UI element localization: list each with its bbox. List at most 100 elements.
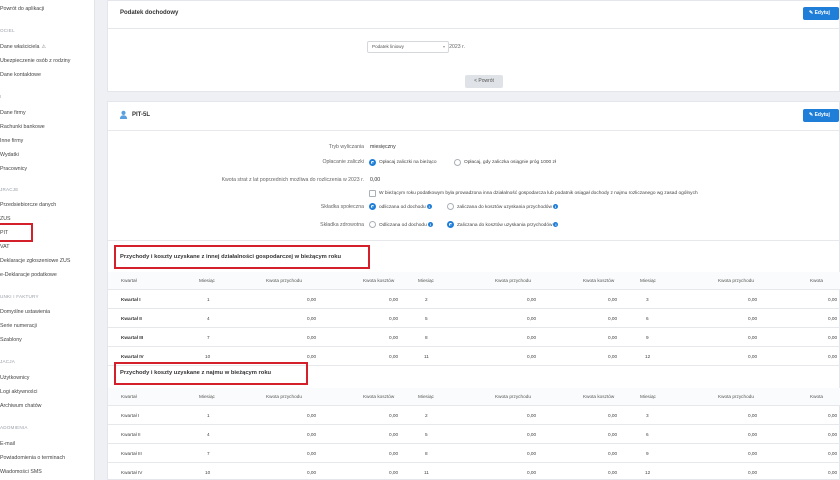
sidebar-item-activity-logs[interactable]: Logi aktywności — [0, 386, 37, 398]
income-cell: 0,00 — [307, 413, 317, 418]
radio-social-deduct[interactable] — [369, 203, 376, 210]
sidebar-item-vat[interactable]: VAT — [0, 241, 10, 253]
sidebar-item-templates[interactable]: Szablony — [0, 334, 22, 346]
quarter-label: Kwartał II — [121, 316, 142, 321]
income-cell: 0,00 — [307, 316, 317, 321]
radio-social-cost[interactable] — [447, 203, 454, 210]
edit-button[interactable]: ✎ Edytuj — [803, 7, 839, 20]
quarter-label: Kwartał IV — [121, 470, 143, 475]
sidebar-item-owner[interactable]: Dane właściciela ⚠ — [0, 41, 46, 53]
info-icon[interactable]: i — [426, 204, 432, 209]
table-row: Kwartał I 1 0,00 0,00 2 0,00 0,00 3 0,00… — [108, 407, 840, 425]
sidebar-item-default-settings[interactable]: Domyślne ustawienia — [0, 306, 50, 318]
chevron-down-icon: ▾ — [442, 44, 445, 49]
month-cell: 6 — [646, 316, 649, 321]
radio-label: Opłacaj zaliczki na bieżąco — [379, 160, 437, 165]
month-cell: 7 — [207, 335, 210, 340]
income-cell: 0,00 — [307, 432, 317, 437]
cost-cell: 0,00 — [389, 432, 399, 437]
column-header: Miesiąc — [418, 394, 434, 399]
sidebar-section-label: JRACJE — [0, 187, 19, 192]
sidebar-section-label: ADOMIENIA — [0, 425, 28, 430]
radio-label-text: odliczana od dochodu — [379, 204, 426, 210]
table-row: Kwartał II 4 0,00 0,00 5 0,00 0,00 6 0,0… — [108, 426, 840, 444]
income-cell: 0,00 — [748, 413, 758, 418]
income-cell: 0,00 — [748, 354, 758, 359]
column-header: Miesiąc — [418, 278, 434, 283]
income-tax-card: Podatek dochodowy ✎ Edytuj Forma podatku… — [107, 0, 840, 92]
sidebar-section-label: UNKI I FAKTURY — [0, 294, 39, 299]
column-header: Kwota przychodu — [266, 278, 302, 283]
quarter-label: Kwartał II — [121, 432, 141, 437]
income-cell: 0,00 — [307, 451, 317, 456]
column-header: Kwota przychodu — [718, 394, 754, 399]
radio-label: Zaliczana do kosztów uzyskania przychodó… — [457, 222, 559, 228]
social-contribution-label: Składka społeczna — [320, 204, 364, 210]
info-icon[interactable]: i — [427, 222, 433, 227]
cost-cell: 0,00 — [608, 413, 618, 418]
month-cell: 9 — [646, 451, 649, 456]
sidebar-item-chat-archive[interactable]: Archiwum chatów — [0, 400, 42, 412]
sidebar-back-link[interactable]: Powrót do aplikacji — [0, 3, 44, 15]
radio-health-cost[interactable] — [447, 221, 454, 228]
sidebar-item-label: Dane właściciela — [0, 44, 40, 50]
other-business-checkbox[interactable] — [369, 190, 376, 197]
losses-value: 0,00 — [370, 177, 381, 183]
cost-cell: 0,00 — [608, 432, 618, 437]
month-cell: 11 — [424, 470, 429, 475]
sidebar-item-employees[interactable]: Pracownicy — [0, 163, 27, 175]
sidebar-item-users[interactable]: Użytkownicy — [0, 372, 29, 384]
radio-pay-current[interactable] — [369, 159, 376, 166]
sidebar-item-company[interactable]: Dane firmy — [0, 107, 26, 119]
radio-pay-threshold[interactable] — [454, 159, 461, 166]
sidebar-item-deadline-notifications[interactable]: Powiadomienia o terminach — [0, 452, 65, 464]
sidebar-item-expenses[interactable]: Wydatki — [0, 149, 19, 161]
income-cell: 0,00 — [748, 297, 758, 302]
info-icon[interactable]: i — [552, 204, 558, 209]
column-header: Kwota kosztów — [363, 394, 395, 399]
sidebar-item-data-transfer[interactable]: Przedsiebiorcze danych — [0, 199, 56, 211]
sidebar-item-email[interactable]: E-mail — [0, 438, 15, 450]
radio-label: Odliczana od dochodu i — [379, 222, 433, 228]
radio-health-deduct[interactable] — [369, 221, 376, 228]
sidebar-item-bank-accounts[interactable]: Rachunki bankowe — [0, 121, 45, 133]
month-cell: 1 — [207, 297, 210, 302]
calc-mode-value: miesięczny — [370, 144, 396, 150]
sidebar-item-e-declarations[interactable]: e-Deklaracje podatkowe — [0, 269, 57, 281]
income-cell: 0,00 — [748, 432, 758, 437]
cost-cell: 0,00 — [608, 354, 618, 359]
sidebar-item-sms[interactable]: Wiadomości SMS — [0, 466, 42, 478]
income-cell: 0,00 — [527, 470, 537, 475]
month-cell: 1 — [207, 413, 210, 418]
cost-cell: 0,00 — [389, 470, 399, 475]
cost-cell: 0,00 — [608, 335, 618, 340]
income-cell: 0,00 — [748, 451, 758, 456]
table-row: Kwartał I 1 0,00 0,00 2 0,00 0,00 3 0,00… — [108, 291, 840, 309]
cost-cell: 0,00 — [828, 297, 838, 302]
info-icon[interactable]: i — [553, 222, 559, 227]
column-header: Kwartał — [121, 278, 137, 283]
cost-cell: 0,00 — [608, 451, 618, 456]
month-cell: 10 — [205, 470, 211, 475]
column-header: Kwota przychodu — [266, 394, 302, 399]
radio-label: zaliczana do kosztów uzyskania przychodó… — [457, 204, 558, 210]
income-cell: 0,00 — [748, 316, 758, 321]
income-cell: 0,00 — [527, 354, 537, 359]
edit-button[interactable]: ✎ Edytuj — [803, 109, 839, 122]
sidebar-item-family-insurance[interactable]: Ubezpieczenie osób z rodziny — [0, 55, 70, 67]
user-icon — [119, 110, 128, 119]
month-cell: 12 — [645, 354, 651, 359]
health-contribution-label: Składka zdrowotna — [320, 222, 364, 228]
cost-cell: 0,00 — [608, 316, 618, 321]
tax-form-select[interactable]: Podatek liniowy ▾ — [367, 41, 449, 53]
quarter-label: Kwartał I — [121, 413, 140, 418]
month-cell: 3 — [646, 413, 649, 418]
card-title: Podatek dochodowy — [120, 10, 179, 16]
sidebar-item-zus-declarations[interactable]: Deklaracje zgłoszeniowe ZUS — [0, 255, 70, 267]
sidebar-item-contact[interactable]: Dane kontaktowe — [0, 69, 41, 81]
back-button[interactable]: < Powrót — [465, 75, 503, 88]
month-cell: 4 — [207, 432, 210, 437]
sidebar-item-other-companies[interactable]: Inne firmy — [0, 135, 23, 147]
sidebar-item-numbering[interactable]: Serie numeracji — [0, 320, 37, 332]
highlight-box — [114, 245, 370, 269]
